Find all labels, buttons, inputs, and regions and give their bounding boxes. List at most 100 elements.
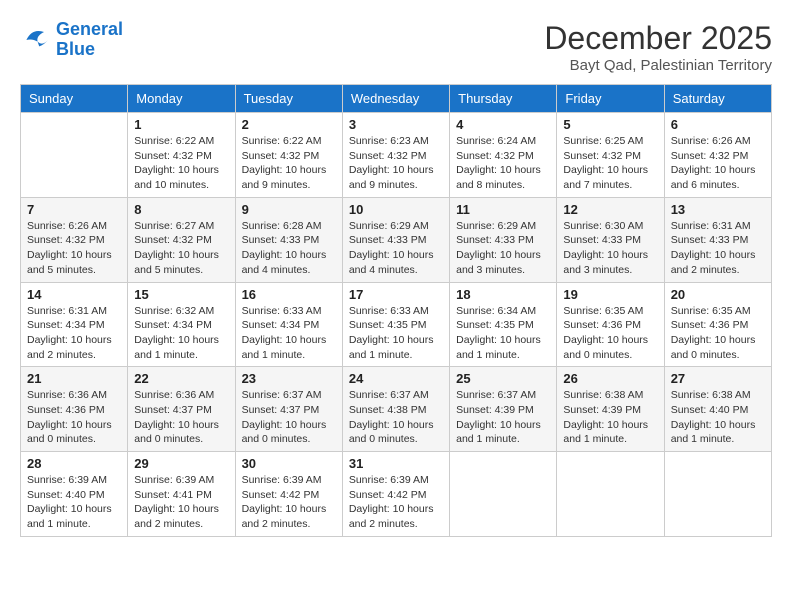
day-info: Sunrise: 6:31 AMSunset: 4:33 PMDaylight:…	[671, 219, 765, 278]
calendar-cell: 16Sunrise: 6:33 AMSunset: 4:34 PMDayligh…	[235, 282, 342, 367]
day-number: 14	[27, 287, 121, 302]
day-info: Sunrise: 6:24 AMSunset: 4:32 PMDaylight:…	[456, 134, 550, 193]
page-subtitle: Bayt Qad, Palestinian Territory	[544, 57, 772, 74]
day-number: 1	[134, 117, 228, 132]
calendar-cell: 17 Sunrise: 6:33 AMSunset: 4:35 PMDayligh…	[342, 282, 449, 367]
day-number: 23	[242, 371, 336, 386]
day-info: Sunrise: 6:22 AMSunset: 4:32 PMDaylight:…	[134, 134, 228, 193]
day-number: 17	[349, 287, 443, 302]
calendar-cell: 9Sunrise: 6:28 AMSunset: 4:33 PMDaylight…	[235, 197, 342, 282]
calendar-cell: 23Sunrise: 6:37 AMSunset: 4:37 PMDayligh…	[235, 367, 342, 452]
calendar-cell: 28 Sunrise: 6:39 AMSunset: 4:40 PMDayligh…	[21, 452, 128, 537]
header: General Blue December 2025 Bayt Qad, Pal…	[20, 20, 772, 74]
day-number: 20	[671, 287, 765, 302]
day-info: Sunrise: 6:39 AMSunset: 4:42 PMDaylight:…	[349, 473, 443, 532]
day-info: Sunrise: 6:39 AMSunset: 4:40 PMDaylight:…	[27, 473, 121, 532]
day-info: Sunrise: 6:25 AMSunset: 4:32 PMDaylight:…	[563, 134, 657, 193]
day-info: Sunrise: 6:26 AMSunset: 4:32 PMDaylight:…	[27, 219, 121, 278]
day-info: Sunrise: 6:28 AMSunset: 4:33 PMDaylight:…	[242, 219, 336, 278]
calendar-week-1: 1 Sunrise: 6:22 AMSunset: 4:32 PMDaylight…	[21, 113, 772, 198]
day-number: 2	[242, 117, 336, 132]
day-info: Sunrise: 6:36 AMSunset: 4:36 PMDaylight:…	[27, 388, 121, 447]
calendar-cell: 27 Sunrise: 6:38 AMSunset: 4:40 PMDayligh…	[664, 367, 771, 452]
weekday-header-sunday: Sunday	[21, 85, 128, 113]
calendar-cell: 10Sunrise: 6:29 AMSunset: 4:33 PMDayligh…	[342, 197, 449, 282]
day-number: 27	[671, 371, 765, 386]
calendar-cell: 4 Sunrise: 6:24 AMSunset: 4:32 PMDaylight…	[450, 113, 557, 198]
calendar-cell: 22 Sunrise: 6:36 AMSunset: 4:37 PMDayligh…	[128, 367, 235, 452]
day-info: Sunrise: 6:36 AMSunset: 4:37 PMDaylight:…	[134, 388, 228, 447]
day-number: 7	[27, 202, 121, 217]
day-number: 4	[456, 117, 550, 132]
day-info: Sunrise: 6:22 AMSunset: 4:32 PMDaylight:…	[242, 134, 336, 193]
day-info: Sunrise: 6:31 AMSunset: 4:34 PMDaylight:…	[27, 304, 121, 363]
calendar-cell: 30Sunrise: 6:39 AMSunset: 4:42 PMDayligh…	[235, 452, 342, 537]
calendar-cell: 6Sunrise: 6:26 AMSunset: 4:32 PMDaylight…	[664, 113, 771, 198]
day-info: Sunrise: 6:38 AMSunset: 4:40 PMDaylight:…	[671, 388, 765, 447]
day-number: 21	[27, 371, 121, 386]
day-info: Sunrise: 6:34 AMSunset: 4:35 PMDaylight:…	[456, 304, 550, 363]
day-info: Sunrise: 6:23 AMSunset: 4:32 PMDaylight:…	[349, 134, 443, 193]
day-number: 28	[27, 456, 121, 471]
day-number: 26	[563, 371, 657, 386]
logo-text-line2: Blue	[56, 40, 123, 60]
logo-text-line1: General	[56, 20, 123, 40]
day-info: Sunrise: 6:35 AMSunset: 4:36 PMDaylight:…	[671, 304, 765, 363]
day-info: Sunrise: 6:30 AMSunset: 4:33 PMDaylight:…	[563, 219, 657, 278]
title-area: December 2025 Bayt Qad, Palestinian Terr…	[544, 20, 772, 74]
day-info: Sunrise: 6:33 AMSunset: 4:35 PMDaylight:…	[349, 304, 443, 363]
calendar-cell	[450, 452, 557, 537]
day-number: 5	[563, 117, 657, 132]
calendar-cell: 7 Sunrise: 6:26 AMSunset: 4:32 PMDaylight…	[21, 197, 128, 282]
logo-icon	[20, 24, 52, 56]
day-number: 19	[563, 287, 657, 302]
calendar-cell: 2 Sunrise: 6:22 AMSunset: 4:32 PMDaylight…	[235, 113, 342, 198]
logo: General Blue	[20, 20, 123, 60]
day-info: Sunrise: 6:32 AMSunset: 4:34 PMDaylight:…	[134, 304, 228, 363]
weekday-header-row: SundayMondayTuesdayWednesdayThursdayFrid…	[21, 85, 772, 113]
weekday-header-saturday: Saturday	[664, 85, 771, 113]
day-info: Sunrise: 6:27 AMSunset: 4:32 PMDaylight:…	[134, 219, 228, 278]
calendar-cell: 24Sunrise: 6:37 AMSunset: 4:38 PMDayligh…	[342, 367, 449, 452]
calendar-cell: 8 Sunrise: 6:27 AMSunset: 4:32 PMDaylight…	[128, 197, 235, 282]
calendar-table: SundayMondayTuesdayWednesdayThursdayFrid…	[20, 84, 772, 537]
day-number: 31	[349, 456, 443, 471]
weekday-header-tuesday: Tuesday	[235, 85, 342, 113]
calendar-cell	[557, 452, 664, 537]
calendar-cell: 14 Sunrise: 6:31 AMSunset: 4:34 PMDayligh…	[21, 282, 128, 367]
day-number: 13	[671, 202, 765, 217]
day-info: Sunrise: 6:35 AMSunset: 4:36 PMDaylight:…	[563, 304, 657, 363]
day-number: 25	[456, 371, 550, 386]
calendar-cell: 21 Sunrise: 6:36 AMSunset: 4:36 PMDayligh…	[21, 367, 128, 452]
day-number: 16	[242, 287, 336, 302]
calendar-week-5: 28 Sunrise: 6:39 AMSunset: 4:40 PMDayligh…	[21, 452, 772, 537]
calendar-cell: 25Sunrise: 6:37 AMSunset: 4:39 PMDayligh…	[450, 367, 557, 452]
calendar-cell: 3 Sunrise: 6:23 AMSunset: 4:32 PMDaylight…	[342, 113, 449, 198]
page-title: December 2025	[544, 20, 772, 57]
day-info: Sunrise: 6:39 AMSunset: 4:41 PMDaylight:…	[134, 473, 228, 532]
calendar-cell: 20 Sunrise: 6:35 AMSunset: 4:36 PMDayligh…	[664, 282, 771, 367]
calendar-cell: 12 Sunrise: 6:30 AMSunset: 4:33 PMDayligh…	[557, 197, 664, 282]
day-number: 22	[134, 371, 228, 386]
calendar-cell: 15Sunrise: 6:32 AMSunset: 4:34 PMDayligh…	[128, 282, 235, 367]
weekday-header-friday: Friday	[557, 85, 664, 113]
day-number: 18	[456, 287, 550, 302]
day-number: 29	[134, 456, 228, 471]
calendar-cell: 5 Sunrise: 6:25 AMSunset: 4:32 PMDaylight…	[557, 113, 664, 198]
calendar-week-2: 7 Sunrise: 6:26 AMSunset: 4:32 PMDaylight…	[21, 197, 772, 282]
calendar-cell	[664, 452, 771, 537]
calendar-week-4: 21 Sunrise: 6:36 AMSunset: 4:36 PMDayligh…	[21, 367, 772, 452]
calendar-cell: 18 Sunrise: 6:34 AMSunset: 4:35 PMDayligh…	[450, 282, 557, 367]
calendar-cell: 29 Sunrise: 6:39 AMSunset: 4:41 PMDayligh…	[128, 452, 235, 537]
weekday-header-thursday: Thursday	[450, 85, 557, 113]
day-number: 3	[349, 117, 443, 132]
calendar-cell: 19 Sunrise: 6:35 AMSunset: 4:36 PMDayligh…	[557, 282, 664, 367]
calendar-cell	[21, 113, 128, 198]
day-number: 8	[134, 202, 228, 217]
day-number: 30	[242, 456, 336, 471]
day-info: Sunrise: 6:26 AMSunset: 4:32 PMDaylight:…	[671, 134, 765, 193]
day-number: 11	[456, 202, 550, 217]
day-number: 12	[563, 202, 657, 217]
day-number: 24	[349, 371, 443, 386]
day-info: Sunrise: 6:29 AMSunset: 4:33 PMDaylight:…	[456, 219, 550, 278]
